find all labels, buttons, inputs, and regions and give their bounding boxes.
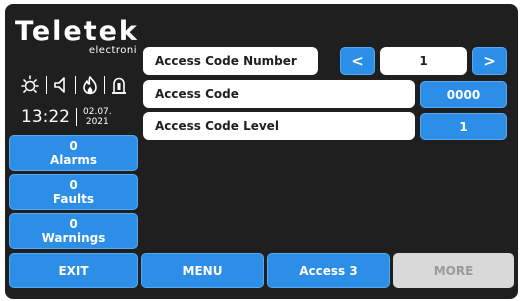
access-code-level-value[interactable]: 1 (420, 113, 507, 140)
clock-divider (76, 108, 77, 126)
icon-divider (104, 76, 105, 94)
warnings-label: Warnings (41, 231, 106, 245)
faults-button[interactable]: 0 Faults (9, 174, 138, 210)
warnings-button[interactable]: 0 Warnings (9, 213, 138, 249)
clock-time: 13:22 (21, 107, 70, 127)
clock-date-year: 2021 (85, 117, 109, 127)
access-code-label: Access Code (143, 80, 415, 108)
chevron-right-icon: > (483, 52, 496, 70)
access-code-number-value[interactable]: 1 (380, 47, 467, 75)
prev-code-button[interactable]: < (340, 47, 375, 75)
icon-divider (46, 76, 47, 94)
warnings-count: 0 (69, 217, 78, 231)
logo-subtitle: electroni (88, 45, 137, 56)
alarms-button[interactable]: 0 Alarms (9, 135, 138, 171)
chevron-left-icon: < (351, 52, 364, 70)
speaker-icon (52, 75, 70, 95)
sun-icon (19, 74, 41, 96)
clock-date: 02.07. 2021 (83, 107, 112, 127)
logo-name: Teletek (15, 16, 139, 47)
exit-button[interactable]: EXIT (9, 253, 138, 288)
next-code-button[interactable]: > (472, 47, 507, 75)
icon-divider (75, 76, 76, 94)
siren-icon (110, 75, 128, 95)
clock: 13:22 02.07. 2021 (21, 104, 112, 130)
faults-label: Faults (52, 192, 95, 206)
alarms-label: Alarms (49, 153, 98, 167)
status-icons-row (19, 74, 143, 96)
panel-screen: Teletek electroni 13:22 02.07. 2021 0 Al… (5, 4, 518, 299)
access-code-value[interactable]: 0000 (420, 81, 507, 108)
access-code-level-label: Access Code Level (143, 112, 415, 140)
alarms-count: 0 (69, 139, 78, 153)
more-button[interactable]: MORE (393, 253, 514, 288)
flame-icon (81, 75, 99, 95)
access-level-button[interactable]: Access 3 (267, 253, 390, 288)
access-code-number-label: Access Code Number (143, 47, 318, 75)
menu-button[interactable]: MENU (141, 253, 264, 288)
teletek-logo: Teletek electroni (15, 18, 143, 56)
clock-date-day: 02.07. (83, 107, 112, 117)
faults-count: 0 (69, 178, 78, 192)
